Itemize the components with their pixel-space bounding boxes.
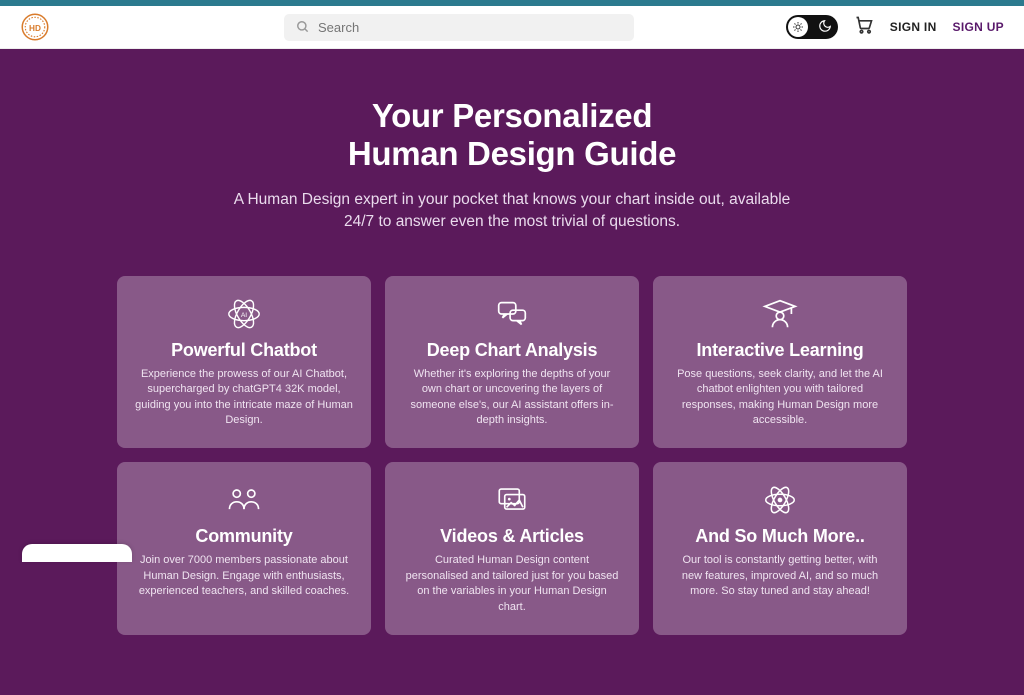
hero-title-line2: Human Design Guide (348, 135, 676, 172)
signup-link[interactable]: SIGN UP (953, 20, 1004, 34)
card-desc: Experience the prowess of our AI Chatbot… (131, 367, 357, 429)
feature-card-analysis: Deep Chart Analysis Whether it's explori… (385, 276, 639, 449)
card-title: Powerful Chatbot (131, 340, 357, 361)
card-desc: Our tool is constantly getting better, w… (667, 553, 893, 599)
card-desc: Whether it's exploring the depths of you… (399, 367, 625, 429)
svg-text:HD: HD (29, 24, 41, 33)
card-title: And So Much More.. (667, 526, 893, 547)
feature-card-community: Community Join over 7000 members passion… (117, 462, 371, 635)
hero-subtitle: A Human Design expert in your pocket tha… (232, 189, 792, 234)
header-actions: SIGN IN SIGN UP (786, 15, 1004, 40)
cart-icon[interactable] (854, 15, 874, 40)
header-bar: HD (0, 6, 1024, 49)
search-input[interactable] (318, 20, 622, 35)
sun-icon (792, 21, 804, 33)
card-desc: Join over 7000 members passionate about … (131, 553, 357, 599)
card-title: Interactive Learning (667, 340, 893, 361)
hero-section: Your Personalized Human Design Guide A H… (0, 49, 1024, 695)
card-title: Videos & Articles (399, 526, 625, 547)
feature-card-more: And So Much More.. Our tool is constantl… (653, 462, 907, 635)
card-desc: Pose questions, seek clarity, and let th… (667, 367, 893, 429)
atom-icon: AI (131, 294, 357, 334)
feature-card-learning: Interactive Learning Pose questions, see… (653, 276, 907, 449)
moon-icon (818, 19, 832, 38)
people-icon (131, 480, 357, 520)
svg-text:AI: AI (241, 312, 247, 319)
hero-title-line1: Your Personalized (372, 97, 652, 134)
media-icon (399, 480, 625, 520)
brand-logo[interactable]: HD (20, 12, 50, 42)
card-title: Community (131, 526, 357, 547)
chat-widget-launcher[interactable] (22, 544, 132, 562)
search-container[interactable] (284, 14, 634, 41)
card-desc: Curated Human Design content personalise… (399, 553, 625, 615)
atom-orbit-icon (667, 480, 893, 520)
hero-title: Your Personalized Human Design Guide (42, 97, 982, 173)
feature-cards-grid: AI Powerful Chatbot Experience the prowe… (117, 276, 907, 635)
toggle-knob (788, 17, 808, 37)
chat-bubbles-icon (399, 294, 625, 334)
graduation-icon (667, 294, 893, 334)
theme-toggle[interactable] (786, 15, 838, 39)
feature-card-media: Videos & Articles Curated Human Design c… (385, 462, 639, 635)
card-title: Deep Chart Analysis (399, 340, 625, 361)
search-icon (296, 20, 310, 34)
feature-card-chatbot: AI Powerful Chatbot Experience the prowe… (117, 276, 371, 449)
signin-link[interactable]: SIGN IN (890, 20, 937, 34)
